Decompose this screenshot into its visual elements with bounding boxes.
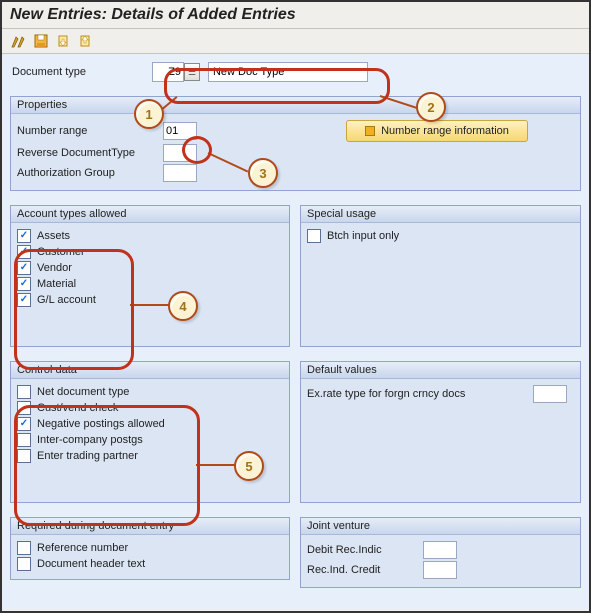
- required-entry-panel: Required during document entry Reference…: [10, 517, 290, 580]
- required-entry-header: Required during document entry: [11, 518, 289, 535]
- required-entry-checkbox[interactable]: [17, 557, 31, 571]
- doc-type-desc-input[interactable]: [208, 62, 368, 82]
- jv-debit-label: Debit Rec.Indic: [307, 544, 417, 556]
- auth-group-input[interactable]: [163, 164, 197, 182]
- account-type-row: Assets: [17, 229, 283, 243]
- jv-credit-label: Rec.Ind. Credit: [307, 564, 417, 576]
- value-help-icon[interactable]: ☰: [184, 63, 200, 81]
- account-type-label: Assets: [37, 230, 70, 242]
- properties-header: Properties: [11, 97, 580, 114]
- callout-2: 2: [416, 92, 446, 122]
- reverse-doc-type-input[interactable]: [163, 144, 197, 162]
- jv-credit-input[interactable]: [423, 561, 457, 579]
- account-type-row: Material: [17, 277, 283, 291]
- special-usage-label: Btch input only: [327, 230, 399, 242]
- control-data-panel: Control data Net document type Cust/vend …: [10, 361, 290, 503]
- required-entry-label: Document header text: [37, 558, 145, 570]
- account-types-header: Account types allowed: [11, 206, 289, 223]
- callout-5-line: [196, 464, 236, 466]
- required-entry-row: Document header text: [17, 557, 283, 571]
- special-usage-checkbox[interactable]: [307, 229, 321, 243]
- joint-venture-header: Joint venture: [301, 518, 580, 535]
- control-data-checkbox[interactable]: [17, 433, 31, 447]
- transport-in-icon[interactable]: [56, 34, 70, 48]
- special-usage-row: Btch input only: [307, 229, 574, 243]
- callout-4-line: [130, 304, 170, 306]
- callout-5: 5: [234, 451, 264, 481]
- account-type-checkbox[interactable]: [17, 293, 31, 307]
- account-type-checkbox[interactable]: [17, 229, 31, 243]
- doc-type-input[interactable]: [152, 62, 184, 82]
- account-type-checkbox[interactable]: [17, 245, 31, 259]
- callout-3: 3: [248, 158, 278, 188]
- account-type-row: Vendor: [17, 261, 283, 275]
- required-entry-row: Reference number: [17, 541, 283, 555]
- control-data-checkbox[interactable]: [17, 417, 31, 431]
- save-icon[interactable]: [34, 34, 48, 48]
- doc-type-label: Document type: [12, 66, 86, 78]
- control-data-checkbox[interactable]: [17, 449, 31, 463]
- special-usage-panel: Special usage Btch input only: [300, 205, 581, 347]
- required-entry-label: Reference number: [37, 542, 128, 554]
- account-type-checkbox[interactable]: [17, 261, 31, 275]
- control-data-row: Cust/vend check: [17, 401, 283, 415]
- callout-4: 4: [168, 291, 198, 321]
- account-type-label: Customer: [37, 246, 85, 258]
- toolbar: [2, 29, 589, 54]
- control-data-row: Negative postings allowed: [17, 417, 283, 431]
- number-range-info-button[interactable]: Number range information: [346, 120, 528, 142]
- number-range-label: Number range: [17, 125, 157, 137]
- control-data-label: Inter-company postgs: [37, 434, 143, 446]
- number-range-info-label: Number range information: [381, 125, 509, 137]
- control-data-checkbox[interactable]: [17, 385, 31, 399]
- control-data-label: Net document type: [37, 386, 129, 398]
- control-data-checkbox[interactable]: [17, 401, 31, 415]
- control-data-row: Inter-company postgs: [17, 433, 283, 447]
- default-values-header: Default values: [301, 362, 580, 379]
- properties-panel: Properties Number range Number range inf…: [10, 96, 581, 191]
- number-range-input[interactable]: [163, 122, 197, 140]
- jv-debit-input[interactable]: [423, 541, 457, 559]
- auth-group-label: Authorization Group: [17, 167, 157, 179]
- change-tool-icon[interactable]: [10, 33, 26, 49]
- ex-rate-label: Ex.rate type for forgn crncy docs: [307, 388, 527, 400]
- transport-out-icon[interactable]: [78, 34, 92, 48]
- control-data-label: Enter trading partner: [37, 450, 138, 462]
- callout-1: 1: [134, 99, 164, 129]
- account-type-label: Vendor: [37, 262, 72, 274]
- info-icon: [365, 126, 375, 136]
- account-type-label: Material: [37, 278, 76, 290]
- control-data-label: Cust/vend check: [37, 402, 118, 414]
- ex-rate-input[interactable]: [533, 385, 567, 403]
- joint-venture-panel: Joint venture Debit Rec.Indic Rec.Ind. C…: [300, 517, 581, 588]
- control-data-label: Negative postings allowed: [37, 418, 165, 430]
- control-data-row: Net document type: [17, 385, 283, 399]
- page-title: New Entries: Details of Added Entries: [2, 2, 589, 29]
- reverse-doc-type-label: Reverse DocumentType: [17, 147, 157, 159]
- default-values-panel: Default values Ex.rate type for forgn cr…: [300, 361, 581, 503]
- account-type-checkbox[interactable]: [17, 277, 31, 291]
- control-data-header: Control data: [11, 362, 289, 379]
- special-usage-header: Special usage: [301, 206, 580, 223]
- account-types-panel: Account types allowed Assets Customer Vend…: [10, 205, 290, 347]
- account-type-row: Customer: [17, 245, 283, 259]
- account-type-label: G/L account: [37, 294, 96, 306]
- required-entry-checkbox[interactable]: [17, 541, 31, 555]
